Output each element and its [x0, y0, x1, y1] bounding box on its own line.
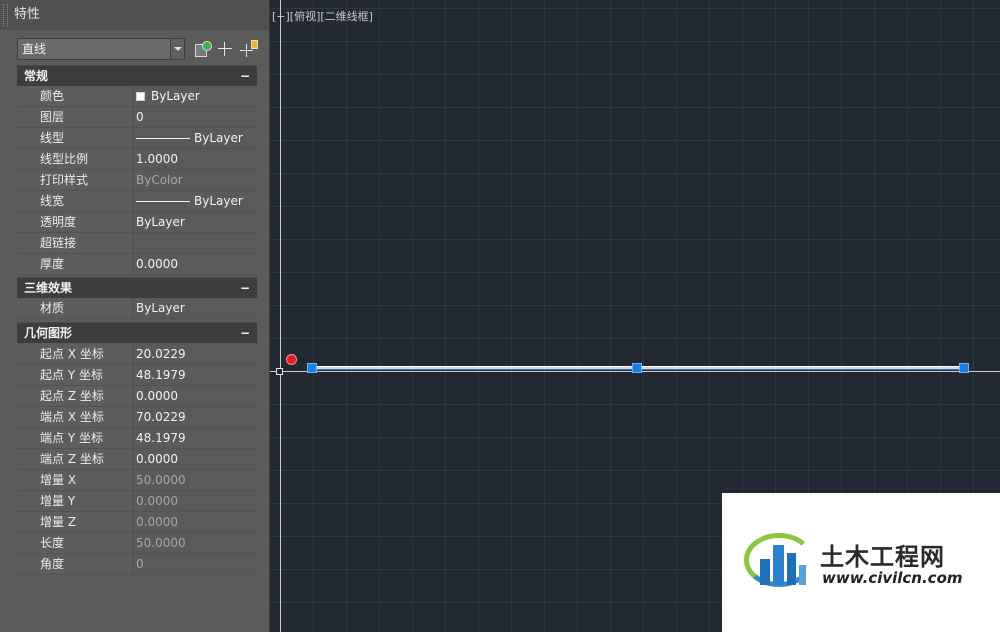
- property-row-linetype-scale[interactable]: 线型比例 1.0000: [17, 149, 257, 170]
- site-watermark: 土木工程网 www.civilcn.com: [722, 493, 1000, 632]
- property-label: 端点 Z 坐标: [17, 449, 133, 469]
- property-label: 增量 X: [17, 470, 133, 490]
- property-label: 起点 Z 坐标: [17, 386, 133, 406]
- property-row-linetype[interactable]: 线型 ByLayer: [17, 128, 257, 149]
- section-general[interactable]: 常规 −: [17, 65, 257, 86]
- property-row-delta-y: 增量 Y 0.0000: [17, 491, 257, 512]
- section-title: 三维效果: [24, 281, 73, 295]
- collapse-icon[interactable]: −: [240, 66, 250, 87]
- property-label: 材质: [17, 298, 133, 318]
- property-value[interactable]: ByLayer: [133, 86, 257, 106]
- property-label: 角度: [17, 554, 133, 574]
- property-row-delta-z: 增量 Z 0.0000: [17, 512, 257, 533]
- viewport-controls-label[interactable]: [−][俯视][二维线框]: [272, 8, 373, 24]
- property-row-delta-x: 增量 X 50.0000: [17, 470, 257, 491]
- watermark-url: www.civilcn.com: [822, 569, 963, 587]
- section-title: 几何图形: [24, 326, 73, 340]
- end-grip[interactable]: [959, 363, 969, 373]
- property-value[interactable]: 48.1979: [133, 428, 257, 448]
- ucs-origin-icon[interactable]: [276, 368, 283, 375]
- collapse-icon[interactable]: −: [240, 278, 250, 299]
- property-row-color[interactable]: 颜色 ByLayer: [17, 86, 257, 107]
- property-value[interactable]: 70.0229: [133, 407, 257, 427]
- property-label: 图层: [17, 107, 133, 127]
- property-value[interactable]: 0.0000: [133, 386, 257, 406]
- start-grip[interactable]: [307, 363, 317, 373]
- property-label: 长度: [17, 533, 133, 553]
- section-3d-visualization[interactable]: 三维效果 −: [17, 277, 257, 298]
- property-value[interactable]: ByLayer: [133, 298, 257, 318]
- property-value: 0: [133, 554, 257, 574]
- property-value[interactable]: 48.1979: [133, 365, 257, 385]
- object-type-value: 直线: [22, 42, 47, 56]
- property-row-end-z[interactable]: 端点 Z 坐标 0.0000: [17, 449, 257, 470]
- property-label: 颜色: [17, 86, 133, 106]
- property-value: 50.0000: [133, 470, 257, 490]
- property-label: 增量 Y: [17, 491, 133, 511]
- lineweight-preview-icon: [136, 201, 190, 202]
- property-row-plot-style: 打印样式 ByColor: [17, 170, 257, 191]
- property-value[interactable]: 0: [133, 107, 257, 127]
- property-value[interactable]: ByLayer: [133, 128, 257, 148]
- property-label: 打印样式: [17, 170, 133, 190]
- palette-title[interactable]: 特性: [0, 0, 269, 30]
- property-row-layer[interactable]: 图层 0: [17, 107, 257, 128]
- property-row-start-y[interactable]: 起点 Y 坐标 48.1979: [17, 365, 257, 386]
- property-label: 厚度: [17, 254, 133, 274]
- property-label: 端点 Y 坐标: [17, 428, 133, 448]
- watermark-title: 土木工程网: [820, 543, 945, 571]
- pickadd-toggle-icon[interactable]: [238, 38, 260, 60]
- property-value[interactable]: 0.0000: [133, 449, 257, 469]
- property-label: 透明度: [17, 212, 133, 232]
- property-label: 线宽: [17, 191, 133, 211]
- property-row-material[interactable]: 材质 ByLayer: [17, 298, 257, 319]
- property-row-angle: 角度 0: [17, 554, 257, 575]
- property-value[interactable]: 20.0229: [133, 344, 257, 364]
- property-row-end-y[interactable]: 端点 Y 坐标 48.1979: [17, 428, 257, 449]
- property-row-end-x[interactable]: 端点 X 坐标 70.0229: [17, 407, 257, 428]
- select-objects-icon[interactable]: [214, 38, 236, 60]
- property-row-start-z[interactable]: 起点 Z 坐标 0.0000: [17, 386, 257, 407]
- property-value[interactable]: 0.0000: [133, 254, 257, 274]
- property-label: 增量 Z: [17, 512, 133, 532]
- properties-palette: 特性 直线 常规 − 颜色 ByLayer 图层 0 线型 ByLayer 线型…: [0, 0, 270, 632]
- property-row-transparency[interactable]: 透明度 ByLayer: [17, 212, 257, 233]
- linetype-preview-icon: [136, 138, 190, 139]
- color-swatch-icon: [136, 92, 145, 101]
- property-label: 线型比例: [17, 149, 133, 169]
- property-label: 起点 X 坐标: [17, 344, 133, 364]
- property-value[interactable]: 1.0000: [133, 149, 257, 169]
- chevron-down-icon[interactable]: [170, 39, 184, 59]
- y-axis-line: [280, 0, 281, 632]
- civilcn-logo-icon: [744, 527, 820, 591]
- property-value: 0.0000: [133, 512, 257, 532]
- property-label: 超链接: [17, 233, 133, 253]
- object-type-dropdown[interactable]: 直线: [17, 38, 185, 60]
- property-row-lineweight[interactable]: 线宽 ByLayer: [17, 191, 257, 212]
- property-value[interactable]: ByLayer: [133, 191, 257, 211]
- property-row-thickness[interactable]: 厚度 0.0000: [17, 254, 257, 275]
- property-value: 0.0000: [133, 491, 257, 511]
- property-value: ByColor: [133, 170, 257, 190]
- quick-select-icon[interactable]: [191, 38, 213, 60]
- property-row-start-x[interactable]: 起点 X 坐标 20.0229: [17, 344, 257, 365]
- section-geometry[interactable]: 几何图形 −: [17, 322, 257, 343]
- property-label: 端点 X 坐标: [17, 407, 133, 427]
- property-value: 50.0000: [133, 533, 257, 553]
- midpoint-grip[interactable]: [632, 363, 642, 373]
- red-dot-marker-icon: [286, 354, 297, 365]
- collapse-icon[interactable]: −: [240, 323, 250, 344]
- property-row-hyperlink[interactable]: 超链接: [17, 233, 257, 254]
- property-value[interactable]: ByLayer: [133, 212, 257, 232]
- section-title: 常规: [24, 69, 49, 83]
- property-value[interactable]: [133, 233, 257, 253]
- property-label: 起点 Y 坐标: [17, 365, 133, 385]
- property-row-length: 长度 50.0000: [17, 533, 257, 554]
- property-label: 线型: [17, 128, 133, 148]
